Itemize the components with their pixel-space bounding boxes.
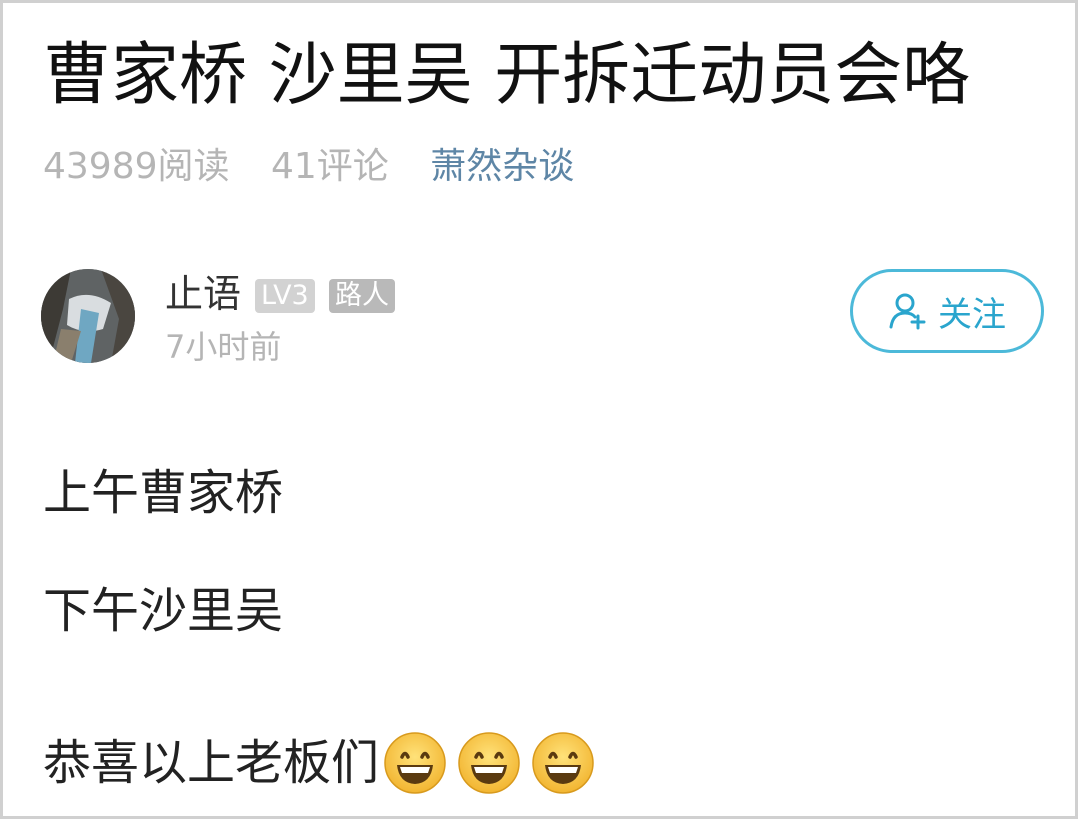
topic-link[interactable]: 萧然杂谈 (430, 146, 574, 187)
grinning-face-emoji (532, 732, 594, 794)
post-title: 曹家桥 沙里吴 开拆迁动员会咯 (43, 36, 971, 115)
level-badge: LV3 (255, 279, 315, 313)
post-meta: 43989阅读 41评论 萧然杂谈 (43, 143, 574, 191)
follow-button[interactable]: 关注 (850, 269, 1044, 353)
follow-label: 关注 (938, 295, 1006, 334)
grinning-face-emoji (384, 732, 446, 794)
avatar[interactable] (41, 269, 135, 363)
content-line: 上午曹家桥 (43, 465, 284, 521)
role-badge: 路人 (329, 279, 395, 313)
author-name[interactable]: 止语 (165, 269, 241, 319)
content-line-with-emoji: 恭喜以上老板们 (43, 731, 605, 795)
emoji-row (383, 731, 605, 795)
post-time: 7小时前 (165, 328, 282, 366)
grinning-face-emoji (458, 732, 520, 794)
avatar-image (41, 269, 135, 363)
read-count: 43989阅读 (43, 146, 230, 187)
content-line: 下午沙里吴 (43, 583, 284, 639)
add-user-icon (889, 293, 926, 330)
content-text: 恭喜以上老板们 (43, 735, 380, 791)
comment-count[interactable]: 41评论 (271, 146, 389, 187)
post-page: 曹家桥 沙里吴 开拆迁动员会咯 43989阅读 41评论 萧然杂谈 止语 LV3… (0, 0, 1078, 819)
